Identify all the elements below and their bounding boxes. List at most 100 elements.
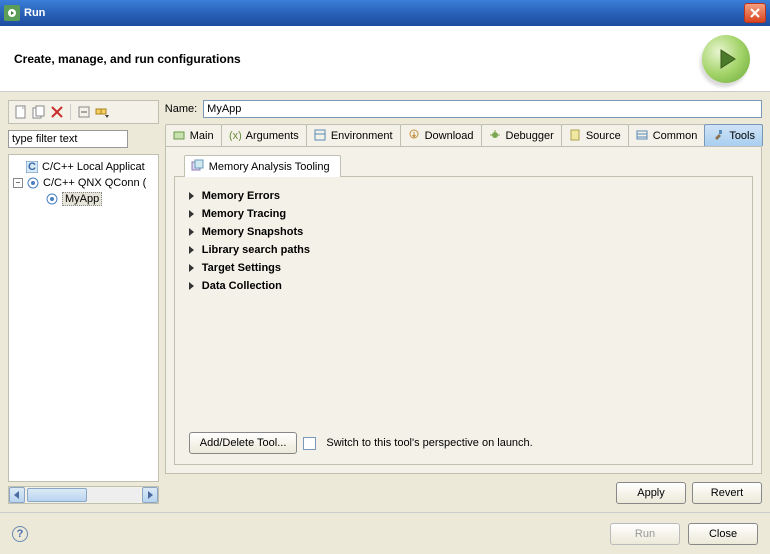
section-label: Library search paths	[202, 244, 310, 256]
window-title: Run	[24, 7, 744, 19]
add-delete-tool-button[interactable]: Add/Delete Tool...	[189, 432, 298, 454]
switch-perspective-label: Switch to this tool's perspective on lau…	[326, 437, 532, 449]
tab-label: Main	[190, 130, 214, 142]
sub-tab-memory-analysis[interactable]: Memory Analysis Tooling	[184, 155, 341, 177]
tab-label: Download	[425, 130, 474, 142]
tree-label: C/C++ QNX QConn (	[43, 177, 146, 189]
section-library-search-paths[interactable]: Library search paths	[189, 241, 738, 259]
tab-label: Debugger	[506, 130, 554, 142]
section-memory-tracing[interactable]: Memory Tracing	[189, 205, 738, 223]
right-panel: Name: Main (x)= Arguments Environment Dow…	[165, 100, 762, 504]
filter-input[interactable]	[8, 130, 128, 148]
title-bar: Run	[0, 0, 770, 26]
arguments-tab-icon: (x)=	[229, 129, 243, 143]
tree-collapse-icon[interactable]: −	[13, 178, 23, 188]
run-button[interactable]: Run	[610, 523, 680, 545]
button-label: Close	[709, 528, 737, 540]
scroll-left-arrow-icon[interactable]	[9, 487, 25, 503]
section-memory-snapshots[interactable]: Memory Snapshots	[189, 223, 738, 241]
close-window-button[interactable]	[744, 3, 766, 23]
dialog-header: Create, manage, and run configurations	[0, 26, 770, 92]
config-tree: C C/C++ Local Applicat − C/C++ QNX QConn…	[8, 154, 159, 482]
tab-label: Environment	[331, 130, 393, 142]
delete-config-icon[interactable]	[49, 104, 65, 120]
tree-item-qnx-qconn[interactable]: − C/C++ QNX QConn (	[11, 175, 156, 191]
tab-label: Common	[653, 130, 698, 142]
tab-debugger[interactable]: Debugger	[481, 124, 562, 146]
section-memory-errors[interactable]: Memory Errors	[189, 187, 738, 205]
apply-revert-row: Apply Revert	[165, 482, 762, 504]
expand-arrow-icon	[189, 264, 194, 272]
name-row: Name:	[165, 100, 762, 118]
revert-button[interactable]: Revert	[692, 482, 762, 504]
section-label: Target Settings	[202, 262, 281, 274]
dialog-footer: ? Run Close	[0, 512, 770, 554]
tab-environment[interactable]: Environment	[306, 124, 401, 146]
scroll-right-arrow-icon[interactable]	[142, 487, 158, 503]
button-label: Revert	[711, 487, 743, 499]
apply-button[interactable]: Apply	[616, 482, 686, 504]
tab-source[interactable]: Source	[561, 124, 629, 146]
tree-label-selected: MyApp	[62, 192, 102, 206]
collapse-all-icon[interactable]	[76, 104, 92, 120]
tree-horizontal-scrollbar[interactable]	[8, 486, 159, 504]
run-banner-icon	[702, 35, 750, 83]
config-toolbar	[8, 100, 159, 124]
tools-bottom-row: Add/Delete Tool... Switch to this tool's…	[189, 432, 738, 454]
expand-arrow-icon	[189, 210, 194, 218]
expand-arrow-icon	[189, 228, 194, 236]
c-app-icon: C	[25, 160, 39, 174]
scroll-track[interactable]	[27, 488, 140, 502]
tools-tab-icon	[712, 129, 726, 143]
environment-tab-icon	[314, 129, 328, 143]
button-label: Run	[635, 528, 655, 540]
expand-arrow-icon	[189, 282, 194, 290]
tab-label: Arguments	[246, 130, 299, 142]
app-icon	[4, 5, 20, 21]
scroll-thumb[interactable]	[27, 488, 87, 502]
tab-download[interactable]: Download	[400, 124, 482, 146]
help-icon[interactable]: ?	[12, 526, 28, 542]
section-data-collection[interactable]: Data Collection	[189, 277, 738, 295]
tab-common[interactable]: Common	[628, 124, 706, 146]
footer-buttons: Run Close	[610, 523, 758, 545]
tab-tools[interactable]: Tools	[704, 124, 763, 146]
download-tab-icon	[408, 129, 422, 143]
content-area: C C/C++ Local Applicat − C/C++ QNX QConn…	[0, 92, 770, 512]
svg-text:(x)=: (x)=	[229, 130, 241, 141]
switch-perspective-checkbox[interactable]	[303, 437, 316, 450]
sub-tab-label: Memory Analysis Tooling	[209, 161, 330, 173]
source-tab-icon	[569, 129, 583, 143]
name-input[interactable]	[203, 100, 762, 118]
tab-label: Source	[586, 130, 621, 142]
expand-arrow-icon	[189, 192, 194, 200]
close-button[interactable]: Close	[688, 523, 758, 545]
tree-item-c-local[interactable]: C C/C++ Local Applicat	[11, 159, 156, 175]
tools-tab-body: Memory Analysis Tooling Memory Errors Me…	[165, 146, 762, 474]
section-label: Data Collection	[202, 280, 282, 292]
section-target-settings[interactable]: Target Settings	[189, 259, 738, 277]
left-panel: C C/C++ Local Applicat − C/C++ QNX QConn…	[8, 100, 159, 504]
tab-main[interactable]: Main	[165, 124, 222, 146]
qnx-target-icon	[26, 176, 40, 190]
debugger-tab-icon	[489, 129, 503, 143]
tools-inner-panel: Memory Errors Memory Tracing Memory Snap…	[174, 176, 753, 465]
section-label: Memory Snapshots	[202, 226, 303, 238]
name-label: Name:	[165, 103, 197, 115]
tab-label: Tools	[729, 130, 755, 142]
run-config-icon	[45, 192, 59, 206]
memory-analysis-icon	[191, 159, 205, 174]
new-config-icon[interactable]	[13, 104, 29, 120]
duplicate-config-icon[interactable]	[31, 104, 47, 120]
filter-dropdown-icon[interactable]	[94, 104, 110, 120]
tab-arguments[interactable]: (x)= Arguments	[221, 124, 307, 146]
tree-label: C/C++ Local Applicat	[42, 161, 145, 173]
svg-text:C: C	[28, 161, 36, 173]
config-tabs: Main (x)=Arguments Environment Download …	[165, 124, 762, 146]
header-heading: Create, manage, and run configurations	[14, 52, 241, 66]
button-label: Add/Delete Tool...	[200, 437, 287, 449]
tree-item-myapp[interactable]: MyApp	[11, 191, 156, 207]
common-tab-icon	[636, 129, 650, 143]
button-label: Apply	[637, 487, 665, 499]
main-tab-icon	[173, 129, 187, 143]
